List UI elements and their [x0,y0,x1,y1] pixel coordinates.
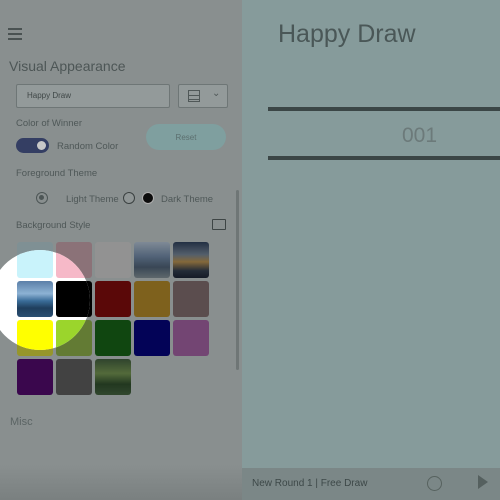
random-color-toggle[interactable] [16,138,49,153]
color-of-winner-label: Color of Winner [16,118,82,129]
status-bar: New Round 1 | Free Draw [242,468,500,500]
play-button[interactable] [478,475,488,489]
light-theme-radio[interactable] [36,192,48,204]
hamburger-menu-icon[interactable] [8,28,22,43]
color-swatch[interactable] [95,242,131,278]
reset-button-label: Reset [175,133,197,142]
bottom-rule [268,156,500,160]
color-swatch-highlighted[interactable] [56,250,90,278]
misc-section-label: Misc [10,416,33,428]
section-heading: Visual Appearance [9,58,126,74]
background-style-label: Background Style [16,220,91,231]
color-swatch-highlighted[interactable] [17,250,53,278]
color-swatch[interactable] [173,281,209,317]
panel-footer [0,465,242,500]
layout-dropdown[interactable]: ⌄ [178,84,228,108]
draw-style-dropdown[interactable]: Happy Draw [16,84,170,108]
color-swatch[interactable] [17,359,53,395]
dark-theme-label: Dark Theme [161,194,214,205]
reset-button[interactable]: Reset [146,124,226,150]
chevron-down-icon: ⌄ [212,88,221,99]
color-swatch[interactable] [134,320,170,356]
custom-image-icon[interactable] [212,219,226,230]
landscape-sunset-image[interactable] [173,242,209,278]
spotlight-highlight [0,250,90,350]
color-swatch[interactable] [56,359,92,395]
top-rule [268,107,500,111]
app-main: Happy Draw 001 [242,0,500,500]
status-text: New Round 1 | Free Draw [252,478,368,489]
foreground-theme-label: Foreground Theme [16,168,98,179]
color-swatch[interactable] [173,320,209,356]
landscape-sky-image[interactable] [134,242,170,278]
record-button[interactable] [427,476,442,491]
light-theme-label: Light Theme [66,194,119,205]
dark-theme-radio[interactable] [123,192,135,204]
panel-scrollbar[interactable] [236,190,239,370]
layout-grid-icon [188,90,200,102]
dark-theme-swatch-icon [142,192,154,204]
color-swatch-highlighted[interactable] [17,320,53,350]
app-title: Happy Draw [278,20,416,48]
color-swatch[interactable] [134,281,170,317]
color-swatch-highlighted[interactable] [56,281,90,317]
draw-style-value: Happy Draw [27,91,72,100]
color-swatch-highlighted[interactable] [56,320,90,350]
color-swatch[interactable] [95,281,131,317]
landscape-forest-image[interactable] [95,359,131,395]
draw-number: 001 [401,124,438,147]
color-swatch[interactable] [95,320,131,356]
landscape-lake-image-highlighted[interactable] [17,281,53,317]
random-color-label: Random Color [57,141,119,152]
